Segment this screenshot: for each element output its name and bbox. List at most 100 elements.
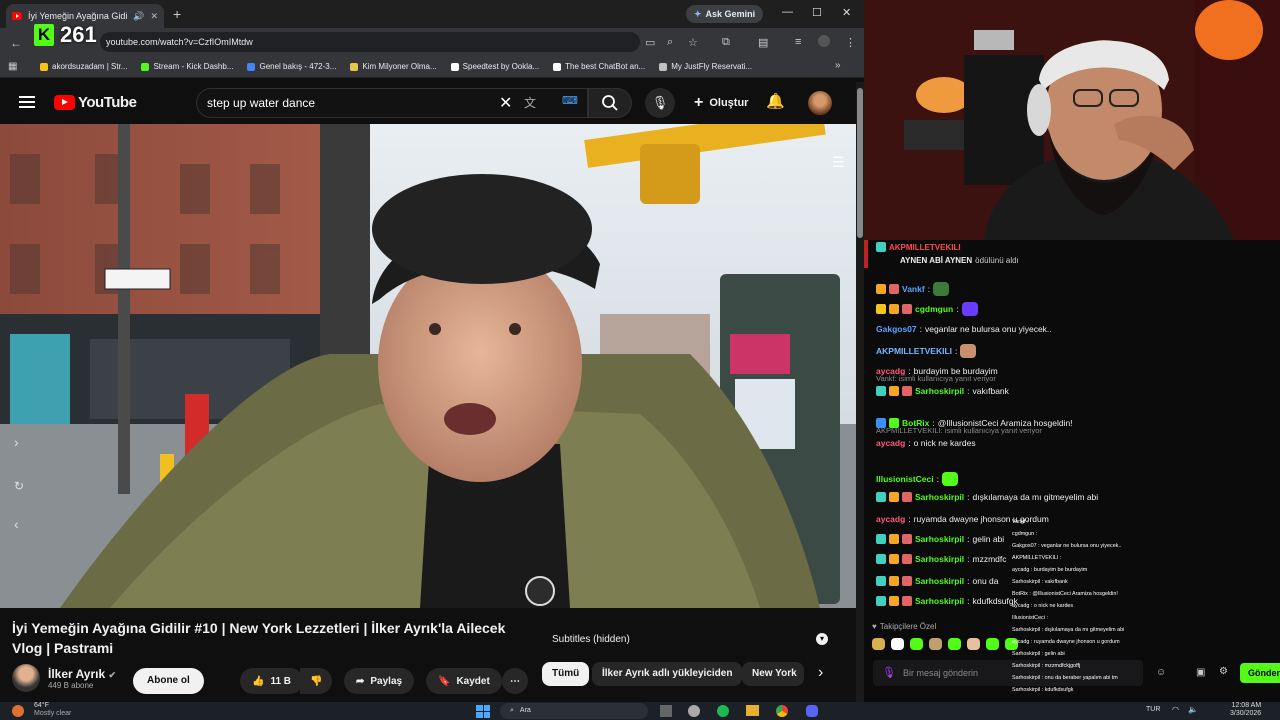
chat-username[interactable]: Sarhoskirpil xyxy=(915,534,964,544)
like-button[interactable]: 👍 11 B xyxy=(240,668,304,694)
close-window-button[interactable]: ✕ xyxy=(842,6,851,19)
chip-all[interactable]: Tümü xyxy=(542,662,590,686)
chat-username[interactable]: cgdmgun xyxy=(915,304,953,314)
weather-widget[interactable]: 64°F Mostly clear xyxy=(34,702,71,718)
profile-icon[interactable] xyxy=(818,35,830,47)
bookmark-item[interactable]: Genel bakış - 472-3... xyxy=(247,62,336,71)
maximize-button[interactable]: ☐ xyxy=(812,6,822,19)
minimize-button[interactable]: — xyxy=(782,6,793,18)
task-view-icon[interactable] xyxy=(660,705,672,717)
chat-username[interactable]: aycadg xyxy=(876,438,905,448)
channel-avatar[interactable] xyxy=(12,664,40,692)
language-indicator[interactable]: TUR xyxy=(1146,706,1160,713)
emote-picker-icon[interactable]: ☺ xyxy=(1156,667,1166,678)
file-explorer-icon[interactable] xyxy=(746,705,759,716)
emote-6-icon[interactable] xyxy=(967,638,980,650)
bookmark-item[interactable]: Kim Milyoner Olma... xyxy=(350,62,437,71)
playlist-icon[interactable]: ☰ xyxy=(832,154,845,171)
channel-name[interactable]: İlker Ayrık xyxy=(48,667,105,681)
chat-username[interactable]: Sarhoskirpil xyxy=(915,596,964,606)
taskbar-search[interactable]: ⌕ Ara xyxy=(500,703,648,719)
media-icon[interactable]: ≡ xyxy=(795,36,801,48)
url-field[interactable]: youtube.com/watch?v=CzfIOmIMtdw xyxy=(100,32,640,52)
chat-username[interactable]: AKPMILLETVEKILI xyxy=(876,346,952,356)
next-arrow-icon[interactable]: › xyxy=(14,434,19,450)
network-icon[interactable]: ◠ xyxy=(1172,705,1179,714)
cast-icon[interactable]: ▭ xyxy=(645,36,655,49)
bookmark-item[interactable]: akordsuzadam | Str... xyxy=(40,62,127,71)
tab-close-icon[interactable]: ✕ xyxy=(150,11,158,22)
clock[interactable]: 12:08 AM 3/30/2026 xyxy=(1230,702,1261,718)
notifications-bell-icon[interactable]: 🔔 xyxy=(766,92,785,110)
chat-input-mic-icon[interactable]: 🎙 xyxy=(882,666,896,679)
windows-start-icon[interactable] xyxy=(476,705,490,718)
chat-send-button[interactable]: Gönder xyxy=(1240,663,1280,683)
mini-chat-line: Sarhoskirpil : dışkılamaya da mı gitmeye… xyxy=(1012,627,1125,633)
discord-icon[interactable] xyxy=(806,705,818,717)
subscribe-button[interactable]: Abone ol xyxy=(133,668,204,694)
reward-user[interactable]: AKPMILLETVEKILI xyxy=(889,243,961,252)
spotify-icon[interactable] xyxy=(717,705,729,717)
ask-gemini-button[interactable]: ✦ Ask Gemini xyxy=(686,5,764,23)
chip-uploader[interactable]: İlker Ayrık adlı yükleyiciden xyxy=(592,662,743,686)
chat-username[interactable]: Sarhoskirpil xyxy=(915,386,964,396)
bookmark-item[interactable]: My JustFly Reservati... xyxy=(659,62,752,71)
sidepanel-icon[interactable]: ▤ xyxy=(758,36,768,49)
new-tab-button[interactable]: + xyxy=(173,6,181,22)
bookmarks-overflow-icon[interactable]: » xyxy=(835,60,841,71)
chat-username[interactable]: Vankf xyxy=(902,284,925,294)
create-button[interactable]: + Oluştur xyxy=(684,90,758,116)
chat-badge-icon xyxy=(902,492,912,502)
share-button[interactable]: ➦ Paylaş xyxy=(344,668,415,694)
bookmark-item[interactable]: Speedtest by Ookla... xyxy=(450,62,539,71)
bookmark-item[interactable]: Stream - Kick Dashb... xyxy=(141,62,233,71)
hamburger-menu-icon[interactable] xyxy=(19,96,35,108)
chat-username[interactable]: IllusionistCeci xyxy=(876,474,934,484)
chat-username[interactable]: Sarhoskirpil xyxy=(915,576,964,586)
chat-settings-gear-icon[interactable]: ⚙ xyxy=(1219,666,1228,677)
extensions-icon[interactable]: ⧉ xyxy=(722,36,730,49)
weather-icon[interactable] xyxy=(12,705,24,717)
user-avatar[interactable] xyxy=(808,91,832,115)
clear-search-icon[interactable]: ✕ xyxy=(499,93,512,113)
replay-icon[interactable]: ↻ xyxy=(14,479,24,493)
bookmark-item[interactable]: The best ChatBot an... xyxy=(553,62,645,71)
emote-7-icon[interactable] xyxy=(986,638,999,650)
chip-new-york[interactable]: New York xyxy=(742,662,804,686)
voice-search-button[interactable]: 🎙 xyxy=(645,88,675,118)
scrollbar-thumb[interactable] xyxy=(857,88,863,238)
video-player[interactable]: ☰ › ↻ ‹ xyxy=(0,124,856,608)
chat-message: IllusionistCeci: xyxy=(876,472,958,486)
dislike-button[interactable]: 👎 xyxy=(300,668,333,694)
chips-next-icon[interactable]: › xyxy=(818,664,823,682)
zoom-icon[interactable]: ⌕ xyxy=(667,36,673,49)
chrome-icon[interactable] xyxy=(776,705,788,717)
channel-info[interactable]: İlker Ayrık ✔ 449 B abone xyxy=(12,664,116,692)
apps-grid-icon[interactable]: ▦ xyxy=(8,61,17,72)
prev-arrow-icon[interactable]: ‹ xyxy=(14,516,19,532)
taskbar-app-obs-icon[interactable] xyxy=(688,705,700,717)
volume-icon[interactable]: 🔈 xyxy=(1188,705,1198,714)
emote-1-icon[interactable] xyxy=(872,638,885,650)
more-actions-button[interactable]: ⋯ xyxy=(502,668,528,694)
chat-username[interactable]: aycadg xyxy=(876,514,905,524)
emote-3-icon[interactable] xyxy=(910,638,923,650)
keyboard-icon[interactable]: ⌨ xyxy=(562,94,578,107)
subtitles-panel-toggle[interactable]: Subtitles (hidden) ▾ xyxy=(542,628,838,650)
chat-tools-icon[interactable]: ▣ xyxy=(1196,667,1205,678)
chat-username[interactable]: Sarhoskirpil xyxy=(915,554,964,564)
emote-4-icon[interactable] xyxy=(929,638,942,650)
browser-menu-icon[interactable]: ⋮ xyxy=(845,36,856,49)
translate-icon[interactable]: 文 xyxy=(524,94,536,111)
search-button[interactable] xyxy=(588,88,632,118)
emote-5-icon[interactable] xyxy=(948,638,961,650)
chat-username[interactable]: Gakgos07 xyxy=(876,324,917,334)
bookmark-star-icon[interactable]: ☆ xyxy=(688,36,698,49)
youtube-logo[interactable]: YouTube xyxy=(54,94,137,111)
chat-username[interactable]: Sarhoskirpil xyxy=(915,492,964,502)
save-button[interactable]: 🔖 Kaydet xyxy=(426,668,502,694)
audio-icon[interactable]: 🔊 xyxy=(133,11,144,22)
back-arrow-icon[interactable]: ← xyxy=(10,36,22,50)
emote-2-icon[interactable] xyxy=(891,638,904,650)
channel-name-row[interactable]: İlker Ayrık ✔ xyxy=(48,667,116,681)
